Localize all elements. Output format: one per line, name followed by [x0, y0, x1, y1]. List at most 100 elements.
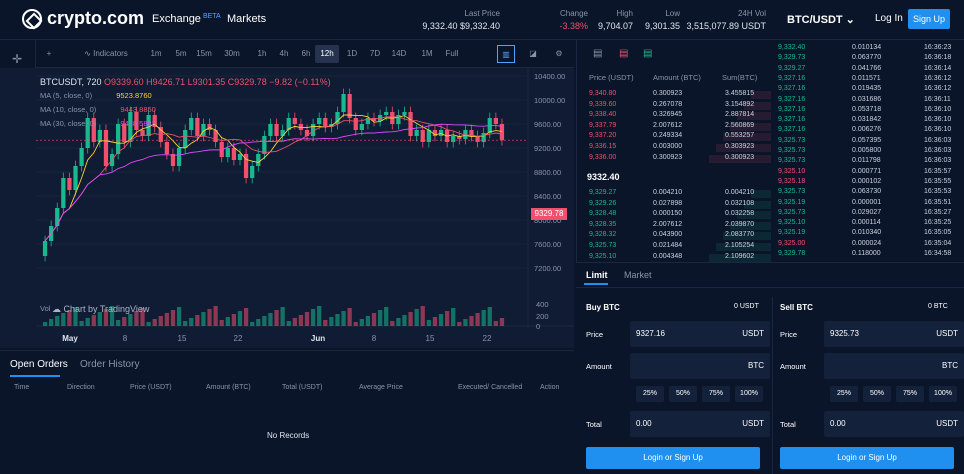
buy-amount-label: Amount: [586, 362, 612, 371]
sell-pct-75[interactable]: 75%: [896, 386, 924, 402]
volume-bar: [219, 320, 224, 326]
buy-pct-25[interactable]: 25%: [636, 386, 664, 402]
sell-price-input[interactable]: 9325.73 USDT: [824, 321, 964, 347]
trade-price: 9,325.73: [778, 136, 806, 144]
book-both-icon[interactable]: ▤: [593, 48, 602, 59]
ask-row[interactable]: 9,337.20 0.249334 0.553257: [577, 132, 771, 142]
buy-pct-75[interactable]: 75%: [702, 386, 730, 402]
timeframe-1h[interactable]: 1h: [252, 45, 272, 63]
pair-selector[interactable]: BTC/USDT ⌄: [787, 13, 855, 26]
tab-limit[interactable]: Limit: [586, 270, 608, 280]
brand-logo-icon[interactable]: [22, 9, 42, 29]
timeframe-15m[interactable]: 15m: [194, 45, 214, 63]
buy-total-input[interactable]: 0.00 USDT: [630, 411, 770, 437]
timeframe-7D[interactable]: 7D: [365, 45, 385, 63]
ma-10-legend[interactable]: MA (10, close, 0) 9443.8850: [40, 105, 156, 114]
timeframe-1M[interactable]: 1M: [417, 45, 437, 63]
indicators-button[interactable]: ∿ Indicators: [74, 45, 138, 63]
ask-price: 9,336.15: [589, 143, 617, 150]
price-chart[interactable]: 10400.00 10000.00 9600.00 9200.00 8800.00 840…: [0, 68, 574, 348]
sell-login-button[interactable]: Login or Sign Up: [780, 447, 954, 469]
candle-body: [103, 130, 109, 166]
bid-price: 9,329.26: [589, 199, 617, 207]
trade-row: 9,325.19 0.010340 16:35:05: [772, 229, 964, 239]
tradingview-watermark[interactable]: ☁ Chart by TradingView: [52, 304, 149, 315]
sell-total-input[interactable]: 0.00 USDT: [824, 411, 964, 437]
volume-bar: [402, 315, 407, 326]
candle-body: [67, 178, 72, 190]
bid-row[interactable]: 9,328.35 2.007612 2.039870: [577, 221, 771, 231]
buy-total-unit: USDT: [742, 419, 764, 428]
sell-price-unit: USDT: [936, 329, 958, 338]
sell-pct-50[interactable]: 50%: [863, 386, 891, 402]
bid-row[interactable]: 9,325.73 0.021484 2.105254: [577, 242, 771, 252]
bid-row[interactable]: 9,328.48 0.000150 0.032258: [577, 210, 771, 220]
buy-pct-50[interactable]: 50%: [669, 386, 697, 402]
candles-icon[interactable]: ▥: [497, 45, 515, 63]
ma-5-legend[interactable]: MA (5, close, 0) 9523.8760: [40, 91, 152, 100]
ma-30-value: 9468.5883: [120, 119, 156, 128]
form-split: [772, 297, 773, 474]
timeframe-12h[interactable]: 12h: [315, 45, 339, 63]
volume-bar: [262, 316, 267, 326]
trade-amount: 0.000024: [852, 239, 882, 247]
volume-bar: [201, 312, 206, 326]
settings-icon[interactable]: ⚙: [550, 45, 568, 63]
buy-total-label: Total: [586, 420, 602, 429]
volume-bar: [371, 313, 377, 326]
ask-row[interactable]: 9,340.80 0.300923 3.455815: [577, 90, 771, 100]
ask-row[interactable]: 9,338.40 0.326945 2.887814: [577, 111, 771, 121]
buy-price-input[interactable]: 9327.16 USDT: [630, 321, 770, 347]
buy-pct-100[interactable]: 100%: [735, 386, 763, 402]
trade-price: 9,329.78: [778, 250, 806, 257]
ask-row[interactable]: 9,337.79 2.007612 2.560869: [577, 122, 771, 132]
timeframe-1D[interactable]: 1D: [342, 45, 362, 63]
tab-market[interactable]: Market: [624, 270, 652, 280]
timeframe-1m[interactable]: 1m: [146, 45, 166, 63]
chart-legend: BTCUSDT, 720 O9339.60 H9426.71 L9301.35 …: [40, 77, 331, 87]
timeframe-6h[interactable]: 6h: [296, 45, 316, 63]
volume-bar: [414, 309, 419, 326]
volume-bar: [335, 314, 340, 326]
signup-button[interactable]: Sign Up: [908, 9, 950, 29]
timeframe-4h[interactable]: 4h: [274, 45, 294, 63]
ask-row[interactable]: 9,336.15 0.003000 0.303923: [577, 143, 771, 153]
timeframe-14D[interactable]: 14D: [389, 45, 409, 63]
login-link[interactable]: Log In: [875, 13, 903, 24]
ask-row[interactable]: 9,339.60 0.267078 3.154892: [577, 101, 771, 111]
book-asks-icon[interactable]: ▤: [619, 48, 628, 59]
ask-sum: 3.154892: [725, 100, 755, 108]
tab-open-orders[interactable]: Open Orders: [10, 359, 68, 370]
bid-row[interactable]: 9,329.26 0.027898 0.032108: [577, 200, 771, 210]
volume-bar: [122, 317, 127, 326]
tab-order-history[interactable]: Order History: [80, 359, 139, 370]
no-records: No Records: [267, 431, 310, 440]
orders-col-2: Price (USDT): [130, 384, 172, 391]
nav-exchange[interactable]: Exchange BETA: [152, 13, 221, 25]
brand-name[interactable]: crypto.com: [47, 8, 144, 29]
orders-panel: Open Orders Order History Time Direction P…: [0, 350, 574, 474]
volume-bar: [365, 316, 371, 326]
crosshair-icon[interactable]: ✛: [9, 52, 25, 66]
trade-amount: 0.000102: [852, 177, 882, 185]
trade-price: 9,325.73: [778, 157, 806, 165]
book-bids-icon[interactable]: ▤: [643, 48, 652, 59]
ma-30-legend[interactable]: MA (30, close, 0) 9468.5883: [40, 119, 156, 128]
sell-pct-100[interactable]: 100%: [929, 386, 957, 402]
line-chart-icon[interactable]: ◪: [524, 45, 542, 63]
buy-login-button[interactable]: Login or Sign Up: [586, 447, 760, 469]
trade-amount: 0.000114: [852, 219, 881, 227]
timeframe-5m[interactable]: 5m: [171, 45, 191, 63]
bid-row[interactable]: 9,328.32 0.043900 2.083770: [577, 231, 771, 241]
nav-markets[interactable]: Markets: [227, 13, 266, 25]
buy-amount-input[interactable]: BTC: [630, 353, 770, 379]
timeframe-30m[interactable]: 30m: [222, 45, 242, 63]
y-tick-label: 9200.00: [534, 144, 561, 153]
timeframe-Full[interactable]: Full: [442, 45, 462, 63]
volume-bar: [353, 322, 358, 326]
add-icon[interactable]: +: [42, 45, 56, 63]
ask-row[interactable]: 9,336.00 0.300923 0.300923: [577, 154, 771, 164]
sell-amount-input[interactable]: BTC: [824, 353, 964, 379]
bid-row[interactable]: 9,329.27 0.004210 0.004210: [577, 189, 771, 199]
sell-pct-25[interactable]: 25%: [830, 386, 858, 402]
